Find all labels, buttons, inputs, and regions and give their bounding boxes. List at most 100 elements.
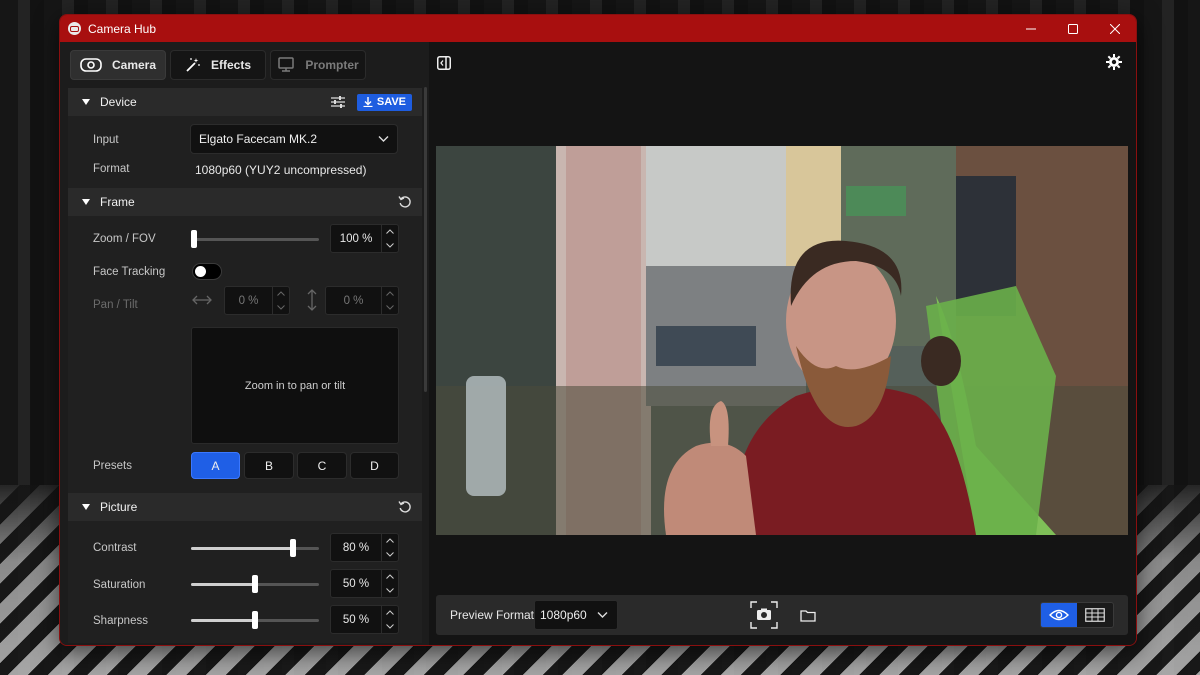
- tab-prompter[interactable]: Prompter: [270, 50, 366, 80]
- pan-tilt-label: Pan / Tilt: [93, 299, 138, 311]
- device-section-header[interactable]: Device SAVE: [68, 88, 422, 116]
- format-value: 1080p60 (YUY2 uncompressed): [195, 163, 367, 177]
- reset-icon[interactable]: [398, 195, 412, 209]
- presets-label: Presets: [93, 460, 132, 472]
- preview-toolbar: Preview Format 1080p60: [436, 595, 1128, 635]
- folder-icon: [800, 609, 816, 622]
- saturation-slider[interactable]: [191, 575, 319, 593]
- sharpness-stepper[interactable]: 50 %: [330, 605, 399, 634]
- preview-format-select[interactable]: 1080p60: [534, 600, 618, 630]
- preset-b-button[interactable]: B: [244, 452, 294, 479]
- tab-camera[interactable]: Camera: [70, 50, 166, 80]
- camera-hub-window: Camera Hub Camera Effects Prompter Devic…: [59, 14, 1137, 646]
- contrast-value: 80 %: [342, 541, 370, 554]
- decrement-button[interactable]: [382, 301, 398, 315]
- contrast-slider[interactable]: [191, 539, 319, 557]
- zoom-fov-slider[interactable]: [191, 230, 319, 248]
- sharpness-label: Sharpness: [93, 615, 148, 627]
- settings-scrollbar[interactable]: [424, 87, 427, 392]
- input-label: Input: [93, 134, 119, 146]
- sharpness-slider[interactable]: [191, 611, 319, 629]
- horizontal-arrows-icon: [192, 295, 212, 305]
- pan-stepper[interactable]: 0 %: [224, 286, 290, 315]
- pan-tilt-area[interactable]: Zoom in to pan or tilt: [191, 327, 399, 444]
- close-button[interactable]: [1094, 15, 1136, 42]
- collapse-caret-icon[interactable]: [82, 99, 90, 105]
- contrast-label: Contrast: [93, 542, 137, 554]
- increment-button[interactable]: [273, 287, 289, 301]
- settings-scroll-area[interactable]: Device SAVE Input Elgato Facecam MK.2 Fo…: [68, 88, 422, 643]
- camera-icon: [80, 58, 102, 72]
- decrement-button[interactable]: [382, 620, 398, 634]
- maximize-button[interactable]: [1052, 15, 1094, 42]
- face-tracking-toggle[interactable]: [192, 263, 222, 280]
- contrast-stepper[interactable]: 80 %: [330, 533, 399, 562]
- magic-wand-icon: [186, 58, 200, 72]
- view-mode-toggle: [1040, 602, 1114, 628]
- device-section-body: Input Elgato Facecam MK.2 Format 1080p60…: [68, 116, 422, 188]
- picture-section-body: Contrast 80 % Saturation 50 % Sharpness …: [68, 521, 422, 643]
- preview-format-label: Preview Format: [450, 608, 535, 622]
- frame-section-title: Frame: [100, 195, 135, 209]
- pan-tilt-area-hint: Zoom in to pan or tilt: [244, 379, 346, 392]
- preset-a-button[interactable]: A: [191, 452, 240, 479]
- decrement-button[interactable]: [382, 239, 398, 253]
- picture-section-header[interactable]: Picture: [68, 493, 422, 521]
- minimize-button[interactable]: [1010, 15, 1052, 42]
- grid-icon: [1085, 608, 1105, 622]
- slider-thumb[interactable]: [290, 539, 297, 557]
- camera-feed-image: [436, 146, 1128, 535]
- collapse-panel-icon[interactable]: [437, 56, 451, 70]
- minimize-icon: [1026, 28, 1036, 29]
- decrement-button[interactable]: [273, 301, 289, 315]
- saturation-stepper[interactable]: 50 %: [330, 569, 399, 598]
- input-device-value: Elgato Facecam MK.2: [199, 132, 318, 146]
- increment-button[interactable]: [382, 225, 398, 239]
- preset-d-button[interactable]: D: [350, 452, 399, 479]
- increment-button[interactable]: [382, 606, 398, 620]
- tab-bar: Camera Effects Prompter: [60, 42, 425, 88]
- window-title: Camera Hub: [88, 21, 157, 36]
- chevron-down-icon: [386, 242, 394, 248]
- zoom-fov-stepper[interactable]: 100 %: [330, 224, 399, 253]
- save-button-label: SAVE: [376, 96, 406, 108]
- preset-c-button[interactable]: C: [297, 452, 347, 479]
- collapse-caret-icon[interactable]: [82, 199, 90, 205]
- chevron-down-icon: [597, 612, 608, 618]
- tab-effects[interactable]: Effects: [170, 50, 266, 80]
- collapse-caret-icon[interactable]: [82, 504, 90, 510]
- slider-thumb[interactable]: [252, 575, 258, 593]
- snapshot-button[interactable]: [750, 601, 778, 629]
- chevron-up-icon: [386, 574, 394, 580]
- save-button[interactable]: SAVE: [356, 93, 412, 111]
- increment-button[interactable]: [382, 287, 398, 301]
- increment-button[interactable]: [382, 570, 398, 584]
- camera-preview: [436, 146, 1128, 535]
- tilt-value: 0 %: [343, 294, 364, 307]
- input-device-select[interactable]: Elgato Facecam MK.2: [190, 124, 398, 154]
- adjust-sliders-icon[interactable]: [330, 96, 345, 108]
- slider-fill: [191, 619, 255, 622]
- sharpness-value: 50 %: [342, 613, 370, 626]
- slider-thumb[interactable]: [252, 611, 258, 629]
- title-bar[interactable]: Camera Hub: [60, 15, 1136, 42]
- close-icon: [1110, 23, 1120, 34]
- slider-fill: [191, 547, 294, 550]
- chevron-up-icon: [386, 229, 394, 235]
- grid-view-button[interactable]: [1077, 603, 1113, 627]
- increment-button[interactable]: [382, 534, 398, 548]
- decrement-button[interactable]: [382, 548, 398, 562]
- frame-section-header[interactable]: Frame: [68, 188, 422, 216]
- slider-thumb[interactable]: [191, 230, 197, 248]
- reset-icon[interactable]: [398, 500, 412, 514]
- tilt-stepper[interactable]: 0 %: [325, 286, 399, 315]
- chevron-down-icon: [386, 587, 394, 593]
- gear-icon[interactable]: [1106, 54, 1122, 70]
- decrement-button[interactable]: [382, 584, 398, 598]
- picture-section-title: Picture: [100, 500, 138, 514]
- maximize-icon: [1068, 23, 1078, 34]
- chevron-up-icon: [386, 610, 394, 616]
- slider-fill: [191, 583, 255, 586]
- open-folder-button[interactable]: [796, 603, 820, 627]
- preview-view-button[interactable]: [1041, 603, 1077, 627]
